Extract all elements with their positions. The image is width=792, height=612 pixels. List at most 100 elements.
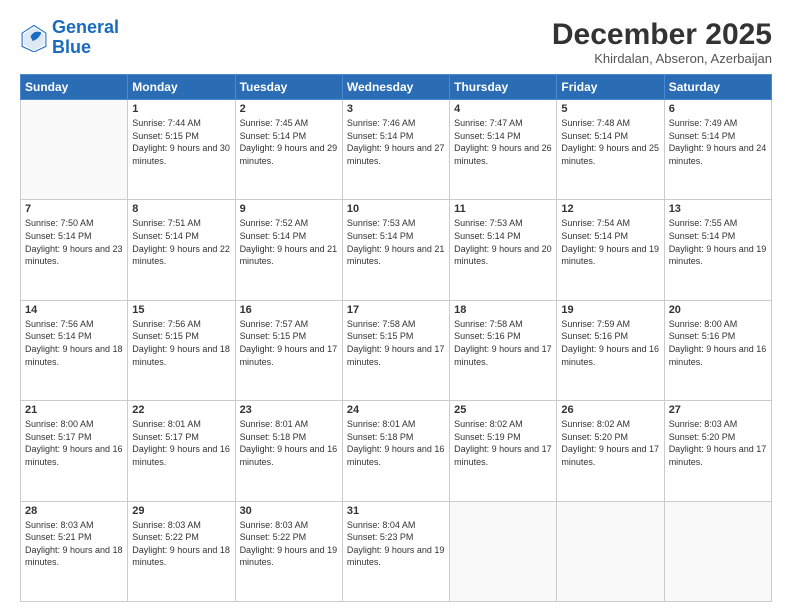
table-row: 1 Sunrise: 7:44 AM Sunset: 5:15 PM Dayli… xyxy=(128,100,235,200)
table-row: 26 Sunrise: 8:02 AM Sunset: 5:20 PM Dayl… xyxy=(557,401,664,501)
cell-info: Sunrise: 8:00 AM Sunset: 5:17 PM Dayligh… xyxy=(25,418,123,468)
cell-info: Sunrise: 7:58 AM Sunset: 5:16 PM Dayligh… xyxy=(454,318,552,368)
logo: General Blue xyxy=(20,18,119,58)
table-row: 13 Sunrise: 7:55 AM Sunset: 5:14 PM Dayl… xyxy=(664,200,771,300)
calendar-table: SundayMondayTuesdayWednesdayThursdayFrid… xyxy=(20,74,772,602)
cell-info: Sunrise: 7:56 AM Sunset: 5:14 PM Dayligh… xyxy=(25,318,123,368)
header-sunday: Sunday xyxy=(21,75,128,100)
cell-info: Sunrise: 7:59 AM Sunset: 5:16 PM Dayligh… xyxy=(561,318,659,368)
cell-info: Sunrise: 7:57 AM Sunset: 5:15 PM Dayligh… xyxy=(240,318,338,368)
header-tuesday: Tuesday xyxy=(235,75,342,100)
day-number: 5 xyxy=(561,103,659,115)
calendar-week-row: 1 Sunrise: 7:44 AM Sunset: 5:15 PM Dayli… xyxy=(21,100,772,200)
table-row: 10 Sunrise: 7:53 AM Sunset: 5:14 PM Dayl… xyxy=(342,200,449,300)
day-number: 11 xyxy=(454,203,552,215)
cell-info: Sunrise: 7:56 AM Sunset: 5:15 PM Dayligh… xyxy=(132,318,230,368)
day-number: 2 xyxy=(240,103,338,115)
table-row xyxy=(450,501,557,601)
calendar-header-row: SundayMondayTuesdayWednesdayThursdayFrid… xyxy=(21,75,772,100)
cell-info: Sunrise: 7:51 AM Sunset: 5:14 PM Dayligh… xyxy=(132,217,230,267)
table-row: 18 Sunrise: 7:58 AM Sunset: 5:16 PM Dayl… xyxy=(450,300,557,400)
day-number: 27 xyxy=(669,404,767,416)
cell-info: Sunrise: 7:50 AM Sunset: 5:14 PM Dayligh… xyxy=(25,217,123,267)
day-number: 17 xyxy=(347,304,445,316)
table-row: 14 Sunrise: 7:56 AM Sunset: 5:14 PM Dayl… xyxy=(21,300,128,400)
cell-info: Sunrise: 7:52 AM Sunset: 5:14 PM Dayligh… xyxy=(240,217,338,267)
header-saturday: Saturday xyxy=(664,75,771,100)
day-number: 22 xyxy=(132,404,230,416)
table-row: 31 Sunrise: 8:04 AM Sunset: 5:23 PM Dayl… xyxy=(342,501,449,601)
title-block: December 2025 Khirdalan, Abseron, Azerba… xyxy=(552,18,772,66)
cell-info: Sunrise: 7:49 AM Sunset: 5:14 PM Dayligh… xyxy=(669,117,767,167)
cell-info: Sunrise: 8:03 AM Sunset: 5:21 PM Dayligh… xyxy=(25,519,123,569)
day-number: 4 xyxy=(454,103,552,115)
cell-info: Sunrise: 8:02 AM Sunset: 5:19 PM Dayligh… xyxy=(454,418,552,468)
day-number: 25 xyxy=(454,404,552,416)
cell-info: Sunrise: 8:01 AM Sunset: 5:17 PM Dayligh… xyxy=(132,418,230,468)
table-row: 17 Sunrise: 7:58 AM Sunset: 5:15 PM Dayl… xyxy=(342,300,449,400)
cell-info: Sunrise: 8:02 AM Sunset: 5:20 PM Dayligh… xyxy=(561,418,659,468)
table-row: 29 Sunrise: 8:03 AM Sunset: 5:22 PM Dayl… xyxy=(128,501,235,601)
day-number: 1 xyxy=(132,103,230,115)
header-friday: Friday xyxy=(557,75,664,100)
table-row: 21 Sunrise: 8:00 AM Sunset: 5:17 PM Dayl… xyxy=(21,401,128,501)
header: General Blue December 2025 Khirdalan, Ab… xyxy=(20,18,772,66)
day-number: 23 xyxy=(240,404,338,416)
table-row: 7 Sunrise: 7:50 AM Sunset: 5:14 PM Dayli… xyxy=(21,200,128,300)
calendar-week-row: 14 Sunrise: 7:56 AM Sunset: 5:14 PM Dayl… xyxy=(21,300,772,400)
header-thursday: Thursday xyxy=(450,75,557,100)
day-number: 9 xyxy=(240,203,338,215)
header-monday: Monday xyxy=(128,75,235,100)
day-number: 3 xyxy=(347,103,445,115)
subtitle: Khirdalan, Abseron, Azerbaijan xyxy=(552,51,772,66)
table-row: 15 Sunrise: 7:56 AM Sunset: 5:15 PM Dayl… xyxy=(128,300,235,400)
day-number: 19 xyxy=(561,304,659,316)
cell-info: Sunrise: 7:47 AM Sunset: 5:14 PM Dayligh… xyxy=(454,117,552,167)
cell-info: Sunrise: 7:53 AM Sunset: 5:14 PM Dayligh… xyxy=(454,217,552,267)
day-number: 10 xyxy=(347,203,445,215)
cell-info: Sunrise: 8:04 AM Sunset: 5:23 PM Dayligh… xyxy=(347,519,445,569)
table-row: 2 Sunrise: 7:45 AM Sunset: 5:14 PM Dayli… xyxy=(235,100,342,200)
table-row: 3 Sunrise: 7:46 AM Sunset: 5:14 PM Dayli… xyxy=(342,100,449,200)
header-wednesday: Wednesday xyxy=(342,75,449,100)
cell-info: Sunrise: 7:45 AM Sunset: 5:14 PM Dayligh… xyxy=(240,117,338,167)
logo-text: General Blue xyxy=(52,18,119,58)
day-number: 31 xyxy=(347,505,445,517)
table-row: 11 Sunrise: 7:53 AM Sunset: 5:14 PM Dayl… xyxy=(450,200,557,300)
cell-info: Sunrise: 8:03 AM Sunset: 5:22 PM Dayligh… xyxy=(132,519,230,569)
table-row: 27 Sunrise: 8:03 AM Sunset: 5:20 PM Dayl… xyxy=(664,401,771,501)
logo-line2: Blue xyxy=(52,37,91,57)
day-number: 6 xyxy=(669,103,767,115)
calendar-week-row: 7 Sunrise: 7:50 AM Sunset: 5:14 PM Dayli… xyxy=(21,200,772,300)
table-row: 5 Sunrise: 7:48 AM Sunset: 5:14 PM Dayli… xyxy=(557,100,664,200)
cell-info: Sunrise: 8:01 AM Sunset: 5:18 PM Dayligh… xyxy=(240,418,338,468)
page: General Blue December 2025 Khirdalan, Ab… xyxy=(0,0,792,612)
day-number: 14 xyxy=(25,304,123,316)
table-row: 4 Sunrise: 7:47 AM Sunset: 5:14 PM Dayli… xyxy=(450,100,557,200)
day-number: 15 xyxy=(132,304,230,316)
cell-info: Sunrise: 7:54 AM Sunset: 5:14 PM Dayligh… xyxy=(561,217,659,267)
day-number: 13 xyxy=(669,203,767,215)
logo-icon xyxy=(20,24,48,52)
day-number: 7 xyxy=(25,203,123,215)
calendar-week-row: 21 Sunrise: 8:00 AM Sunset: 5:17 PM Dayl… xyxy=(21,401,772,501)
cell-info: Sunrise: 8:03 AM Sunset: 5:22 PM Dayligh… xyxy=(240,519,338,569)
cell-info: Sunrise: 8:03 AM Sunset: 5:20 PM Dayligh… xyxy=(669,418,767,468)
cell-info: Sunrise: 8:01 AM Sunset: 5:18 PM Dayligh… xyxy=(347,418,445,468)
cell-info: Sunrise: 7:48 AM Sunset: 5:14 PM Dayligh… xyxy=(561,117,659,167)
day-number: 30 xyxy=(240,505,338,517)
logo-line1: General xyxy=(52,17,119,37)
table-row xyxy=(664,501,771,601)
table-row: 25 Sunrise: 8:02 AM Sunset: 5:19 PM Dayl… xyxy=(450,401,557,501)
day-number: 21 xyxy=(25,404,123,416)
cell-info: Sunrise: 7:53 AM Sunset: 5:14 PM Dayligh… xyxy=(347,217,445,267)
cell-info: Sunrise: 7:46 AM Sunset: 5:14 PM Dayligh… xyxy=(347,117,445,167)
day-number: 26 xyxy=(561,404,659,416)
day-number: 18 xyxy=(454,304,552,316)
table-row xyxy=(557,501,664,601)
cell-info: Sunrise: 7:55 AM Sunset: 5:14 PM Dayligh… xyxy=(669,217,767,267)
table-row: 22 Sunrise: 8:01 AM Sunset: 5:17 PM Dayl… xyxy=(128,401,235,501)
table-row: 9 Sunrise: 7:52 AM Sunset: 5:14 PM Dayli… xyxy=(235,200,342,300)
cell-info: Sunrise: 8:00 AM Sunset: 5:16 PM Dayligh… xyxy=(669,318,767,368)
day-number: 28 xyxy=(25,505,123,517)
